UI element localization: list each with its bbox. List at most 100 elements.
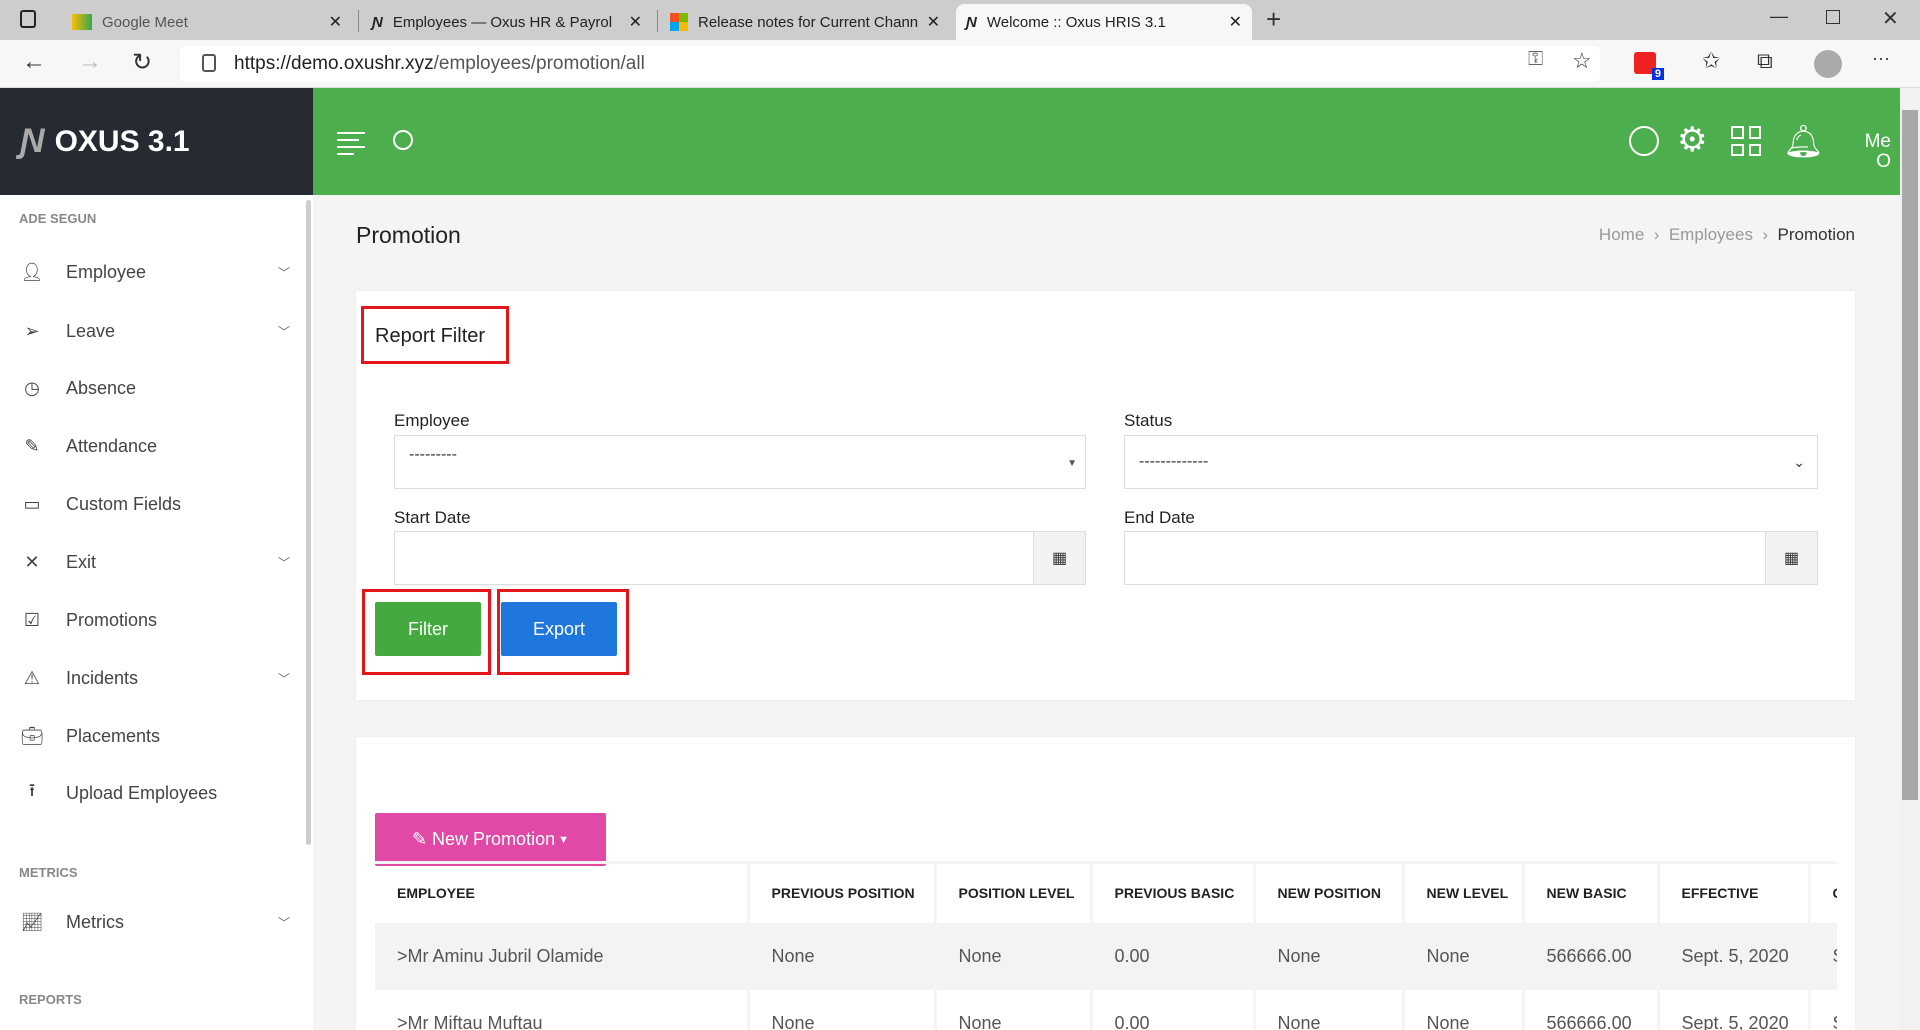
column-header[interactable]: POSITION LEVEL bbox=[935, 861, 1093, 923]
table-cell: S bbox=[1809, 989, 1837, 1030]
favorite-add-icon[interactable]: ☆ bbox=[1572, 48, 1592, 74]
scrollbar-thumb[interactable] bbox=[1902, 110, 1918, 800]
sidebar-item-exit[interactable]: ✕ Exit ﹀ bbox=[18, 542, 298, 582]
sidebar-item-placements[interactable]: 💼︎ Placements bbox=[18, 716, 298, 756]
sidebar-section-reports: REPORTS bbox=[19, 992, 82, 1007]
warning-icon: ⚠ bbox=[23, 667, 41, 688]
checkbox-icon: ☑ bbox=[23, 609, 41, 630]
table-cell: Sept. 5, 2020 bbox=[1658, 922, 1811, 990]
bell-icon[interactable]: 🔔︎ bbox=[1783, 122, 1824, 160]
table-cell: None bbox=[1403, 989, 1525, 1030]
apps-grid-icon[interactable] bbox=[1731, 126, 1761, 156]
column-header[interactable]: EFFECTIVE bbox=[1658, 861, 1811, 923]
close-tab-icon[interactable]: ✕ bbox=[629, 12, 642, 32]
table-cell: None bbox=[935, 922, 1093, 990]
url-input[interactable]: https://demo.oxushr.xyz/employees/promot… bbox=[180, 46, 1600, 82]
address-bar: ← → ↻ https://demo.oxushr.xyz/employees/… bbox=[0, 40, 1920, 88]
sidebar-item-leave[interactable]: ➢ Leave ﹀ bbox=[18, 311, 298, 351]
breadcrumb-employees[interactable]: Employees bbox=[1669, 225, 1753, 244]
key-icon[interactable]: ⚿ bbox=[1528, 48, 1543, 71]
profile-avatar[interactable] bbox=[1814, 50, 1842, 78]
more-menu-icon[interactable]: ··· bbox=[1872, 48, 1890, 69]
breadcrumb-home[interactable]: Home bbox=[1599, 225, 1644, 244]
user-menu[interactable]: Me O bbox=[1853, 132, 1891, 172]
employee-label: Employee bbox=[394, 411, 470, 430]
refresh-icon[interactable]: ↻ bbox=[132, 48, 152, 77]
start-date-label: Start Date bbox=[394, 508, 471, 527]
calendar-icon[interactable]: ▦ bbox=[1765, 532, 1817, 584]
start-date-input[interactable]: ▦ bbox=[394, 531, 1086, 585]
sidebar: ADE SEGUN 👤︎ Employee ﹀ ➢ Leave ﹀ ◷ Absence ✎ Att… bbox=[0, 195, 313, 1030]
sidebar-item-employee[interactable]: 👤︎ Employee ﹀ bbox=[18, 252, 298, 292]
chart-icon: 📈︎ bbox=[20, 911, 44, 932]
caret-down-icon: ▼ bbox=[1067, 458, 1077, 469]
table-row[interactable]: >Mr Miftau Muftau None None 0.00 None None 566… bbox=[375, 989, 1837, 1030]
close-icon: ✕ bbox=[24, 551, 40, 572]
column-header[interactable]: NEW POSITION bbox=[1254, 861, 1405, 923]
status-select[interactable]: ------------- ⌄ bbox=[1124, 435, 1818, 489]
table-cell: None bbox=[935, 989, 1093, 1030]
app-logo[interactable]: Ɲ OXUS 3.1 bbox=[0, 88, 313, 195]
pencil-icon: ✎ bbox=[411, 829, 433, 849]
promotions-table-wrap: EMPLOYEE PREVIOUS POSITION POSITION LEVEL P… bbox=[375, 858, 1837, 1030]
column-header[interactable]: C bbox=[1809, 861, 1837, 923]
meet-favicon-icon bbox=[72, 14, 92, 30]
browser-tab-active[interactable]: Ɲ Welcome :: Oxus HRIS 3.1 ✕ bbox=[956, 4, 1252, 40]
page-scrollbar[interactable] bbox=[1900, 88, 1920, 1030]
browser-tab[interactable]: Google Meet ✕ bbox=[62, 4, 352, 40]
column-header[interactable]: NEW LEVEL bbox=[1403, 861, 1525, 923]
column-header[interactable]: PREVIOUS POSITION bbox=[748, 861, 937, 923]
sidebar-scrollbar[interactable] bbox=[306, 200, 311, 845]
sidebar-item-custom-fields[interactable]: ▭ Custom Fields bbox=[18, 484, 298, 524]
table-row[interactable]: >Mr Aminu Jubril Olamide None None 0.00 None… bbox=[375, 922, 1837, 990]
microsoft-favicon-icon bbox=[670, 13, 688, 31]
column-header[interactable]: NEW BASIC bbox=[1523, 861, 1660, 923]
end-date-label: End Date bbox=[1124, 508, 1195, 527]
sidebar-item-attendance[interactable]: ✎ Attendance bbox=[18, 426, 298, 466]
table-cell: None bbox=[1403, 922, 1525, 990]
chevron-down-icon: ﹀ bbox=[277, 324, 290, 339]
filter-button[interactable]: Filter bbox=[375, 602, 481, 656]
sidebar-item-promotions[interactable]: ☑ Promotions bbox=[18, 600, 298, 640]
restore-button[interactable] bbox=[1826, 10, 1840, 24]
table-cell: 0.00 bbox=[1091, 922, 1256, 990]
close-tab-icon[interactable]: ✕ bbox=[329, 12, 342, 32]
gear-icon[interactable]: ⚙ bbox=[1677, 120, 1707, 160]
tab-actions-icon[interactable] bbox=[20, 10, 36, 28]
table-cell: None bbox=[1254, 989, 1405, 1030]
search-icon[interactable] bbox=[393, 130, 413, 150]
clock-icon[interactable] bbox=[1629, 126, 1659, 156]
favorites-icon[interactable]: ✩ bbox=[1702, 48, 1720, 74]
employee-select[interactable]: --------- ▼ bbox=[394, 435, 1086, 489]
chevron-down-icon: ﹀ bbox=[277, 265, 290, 280]
back-icon[interactable]: ← bbox=[22, 48, 46, 76]
column-header[interactable]: PREVIOUS BASIC bbox=[1091, 861, 1256, 923]
new-tab-button[interactable]: + bbox=[1266, 4, 1281, 35]
calendar-icon[interactable]: ▦ bbox=[1033, 532, 1085, 584]
table-cell[interactable]: >Mr Aminu Jubril Olamide bbox=[375, 922, 750, 990]
caret-down-icon: ▼ bbox=[555, 833, 570, 846]
sidebar-item-metrics[interactable]: 📈︎ Metrics ﹀ bbox=[18, 902, 298, 942]
close-tab-icon[interactable]: ✕ bbox=[927, 12, 940, 32]
export-button[interactable]: Export bbox=[501, 602, 617, 656]
table-cell: Sept. 5, 2020 bbox=[1658, 989, 1811, 1030]
extension-icon[interactable]: 9 bbox=[1634, 52, 1664, 80]
browser-tab[interactable]: Release notes for Current Channel ✕ bbox=[660, 4, 950, 40]
table-cell: None bbox=[748, 989, 937, 1030]
close-tab-icon[interactable]: ✕ bbox=[1229, 12, 1242, 32]
browser-tab[interactable]: Ɲ Employees — Oxus HR & Payroll ✕ bbox=[362, 4, 652, 40]
table-cell: 0.00 bbox=[1091, 989, 1256, 1030]
table-cell[interactable]: >Mr Miftau Muftau bbox=[375, 989, 750, 1030]
menu-toggle-icon[interactable] bbox=[337, 132, 365, 155]
column-header[interactable]: EMPLOYEE bbox=[375, 861, 750, 923]
forward-icon[interactable]: → bbox=[78, 48, 102, 76]
breadcrumb-current: Promotion bbox=[1777, 225, 1855, 244]
end-date-input[interactable]: ▦ bbox=[1124, 531, 1818, 585]
sidebar-item-absence[interactable]: ◷ Absence bbox=[18, 368, 298, 408]
collections-icon[interactable]: ⧉ bbox=[1757, 48, 1773, 74]
sidebar-item-upload-employees[interactable]: ⭱ Upload Employees bbox=[18, 773, 298, 813]
minimize-button[interactable]: — bbox=[1770, 6, 1788, 27]
close-window-button[interactable]: ✕ bbox=[1882, 6, 1899, 31]
sidebar-item-incidents[interactable]: ⚠ Incidents ﹀ bbox=[18, 658, 298, 698]
chevron-down-icon: ﹀ bbox=[277, 915, 290, 930]
